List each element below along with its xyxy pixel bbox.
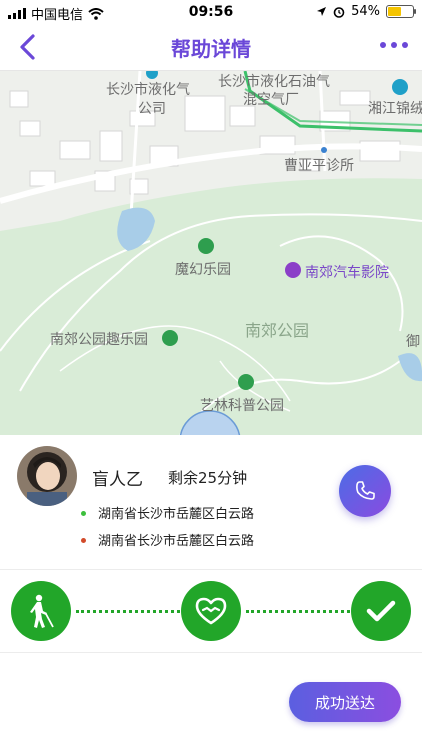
- map-label-fun-park: 南郊公园趣乐园: [50, 332, 148, 348]
- heart-handshake-icon: [195, 597, 227, 625]
- page-title: 帮助详情: [171, 37, 251, 61]
- map-view[interactable]: 长沙市液化气 公司 长沙市液化石油气 混空气厂 湘江锦绒 曹亚平诊所 魔幻乐园 …: [0, 71, 422, 435]
- nav-bar: 帮助详情: [0, 24, 422, 71]
- step-helping: [181, 581, 241, 641]
- map-label-lpg-plant: 长沙市液化石油气: [218, 74, 330, 90]
- battery-icon: [386, 5, 416, 18]
- map-label-xiangjiang: 湘江锦绒: [368, 101, 422, 117]
- divider: [0, 652, 422, 653]
- location-arrow-icon: [317, 7, 327, 16]
- divider: [0, 569, 422, 570]
- check-icon: [366, 600, 396, 622]
- map-label-lpg-plant-2: 混空气厂: [243, 92, 299, 108]
- battery-percent: 54%: [351, 4, 380, 19]
- map-label-edge: 御: [406, 334, 420, 350]
- map-label-clinic: 曹亚平诊所: [284, 158, 354, 174]
- avatar: [17, 446, 77, 506]
- map-label-amusement-park: 魔幻乐园: [175, 262, 231, 278]
- step-blind-walker: [11, 581, 71, 641]
- call-button[interactable]: [339, 465, 391, 517]
- start-point-dot: [81, 511, 86, 516]
- map-label-drive-in-cinema: 南郊汽车影院: [305, 265, 389, 281]
- phone-icon: [356, 481, 375, 500]
- remaining-time: 剩余25分钟: [168, 469, 248, 487]
- help-detail-panel: 盲人乙 剩余25分钟 湖南省长沙市岳麓区白云路 湖南省长沙市岳麓区白云路 成功送…: [0, 435, 422, 750]
- blind-walker-icon: [30, 594, 54, 628]
- end-address: 湖南省长沙市岳麓区白云路: [98, 534, 255, 549]
- user-name: 盲人乙: [92, 470, 143, 490]
- status-bar: 中国电信 09:56 54%: [0, 0, 422, 24]
- progress-connector-1: [76, 610, 180, 613]
- alarm-icon: [333, 6, 345, 18]
- start-address: 湖南省长沙市岳麓区白云路: [98, 507, 255, 522]
- map-label-science-park: 艺林科普公园: [200, 398, 284, 414]
- progress-connector-2: [246, 610, 350, 613]
- step-complete: [351, 581, 411, 641]
- end-point-dot: [81, 538, 86, 543]
- map-label-gas-company-2: 公司: [138, 101, 166, 117]
- delivered-button[interactable]: 成功送达: [289, 682, 401, 722]
- map-label-park: 南郊公园: [245, 321, 310, 340]
- map-label-gas-company: 长沙市液化气: [106, 82, 190, 98]
- more-options-icon[interactable]: [380, 42, 408, 48]
